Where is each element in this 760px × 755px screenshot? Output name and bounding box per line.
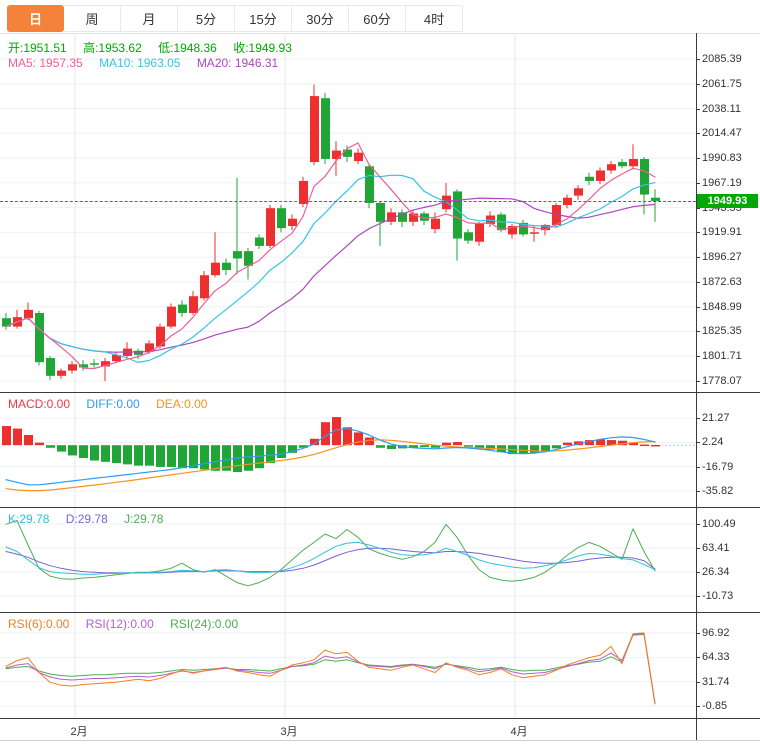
y-axis-tick [696, 356, 700, 358]
diff-value: DIFF:0.00 [86, 397, 140, 411]
y-axis-tick [696, 257, 700, 259]
y-axis-label: 1825.35 [702, 325, 742, 338]
y-axis-tick [696, 596, 700, 597]
y-axis-label: 96.92 [702, 627, 730, 639]
rsi12-value: RSI(12):0.00 [85, 617, 154, 631]
y-axis-label: 1848.99 [702, 300, 742, 313]
y-axis-label: -10.73 [702, 590, 734, 602]
close-value: 收:1949.93 [233, 41, 292, 55]
y-axis-label: -35.82 [702, 485, 734, 497]
y-axis-label: 1801.71 [702, 350, 742, 363]
macd-legend: MACD:0.00 DIFF:0.00 DEA:0.00 [8, 397, 220, 411]
y-axis-tick [696, 633, 700, 634]
y-axis-tick [696, 418, 700, 419]
x-axis-month-label: 4月 [510, 726, 528, 738]
y-axis-label: 1896.27 [702, 251, 742, 264]
tab-timeframe-7[interactable]: 4时 [406, 5, 463, 32]
y-axis-tick [696, 281, 700, 283]
ma10-value: MA10: 1963.05 [99, 56, 181, 70]
y-axis-label: 2.24 [702, 436, 724, 449]
y-axis-tick [696, 381, 700, 382]
y-axis-tick [696, 108, 700, 110]
y-axis-tick [696, 657, 700, 659]
ma-legend: MA5: 1957.35 MA10: 1963.05 MA20: 1946.31 [8, 56, 291, 70]
tab-timeframe-1[interactable]: 周 [64, 5, 121, 32]
y-axis-label: 2014.47 [702, 127, 742, 140]
trading-chart-app: 日周月 5分 15分 30分 60分 4时 开:1951.51 高:1953.62 低:1… [0, 0, 760, 755]
x-axis-month-label: 3月 [280, 726, 298, 738]
price-pane-chart[interactable] [0, 33, 696, 392]
tab-timeframe-3[interactable]: 5分 [178, 5, 235, 32]
low-value: 低:1948.36 [158, 41, 217, 55]
tab-timeframe-2[interactable]: 月 [121, 5, 178, 32]
y-axis-tick [696, 306, 700, 308]
y-axis-label: 2085.39 [702, 53, 742, 65]
y-axis-label: 64.33 [702, 651, 730, 664]
pane-separator [0, 612, 760, 613]
y-axis-label: -0.85 [702, 700, 728, 712]
current-price-line [0, 200, 696, 202]
y-axis-label: 1919.91 [702, 226, 742, 239]
ohlc-legend: 开:1951.51 高:1953.62 低:1948.36 收:1949.93 [8, 39, 305, 56]
y-axis-tick [696, 442, 700, 444]
dea-value: DEA:0.00 [156, 397, 208, 411]
open-value: 开:1951.51 [8, 41, 67, 55]
y-axis-label: -16.79 [702, 460, 734, 473]
y-axis-label: 2038.11 [702, 102, 741, 115]
rsi6-value: RSI(6):0.00 [8, 617, 70, 631]
tab-timeframe-0[interactable]: 日 [7, 5, 64, 32]
x-axis-bottom-border [0, 740, 760, 741]
y-axis-tick [696, 158, 700, 160]
high-value: 高:1953.62 [83, 41, 142, 55]
y-axis-tick [696, 706, 700, 707]
y-axis-tick [696, 681, 700, 683]
macd-value: MACD:0.00 [8, 397, 71, 411]
y-axis-tick [696, 59, 700, 60]
y-axis-label: 1990.83 [702, 152, 742, 165]
kdj-legend: K:29.78 D:29.78 J:29.78 [8, 512, 176, 526]
y-axis-tick [696, 548, 700, 549]
y-axis-label: 100.49 [702, 518, 736, 530]
y-axis-label: 1778.07 [702, 375, 742, 387]
y-axis-label: 63.41 [702, 542, 730, 554]
y-axis-tick [696, 572, 700, 573]
current-price-tag: 1949.93 [697, 193, 758, 208]
timeframe-tabbar: 日周月 5分 15分 30分 60分 4时 [7, 5, 463, 32]
y-axis-tick [696, 466, 700, 468]
j-value: J:29.78 [124, 512, 164, 526]
x-axis-month-label: 2月 [70, 726, 88, 738]
rsi24-value: RSI(24):0.00 [170, 617, 239, 631]
y-axis-label: 1967.19 [702, 176, 742, 189]
y-axis-tick [696, 491, 700, 492]
tab-timeframe-5[interactable]: 30分 [292, 5, 349, 32]
tab-timeframe-6[interactable]: 60分 [349, 5, 406, 32]
y-axis-tick [696, 83, 700, 85]
pane-separator [0, 392, 760, 393]
k-value: K:29.78 [8, 512, 50, 526]
ma5-value: MA5: 1957.35 [8, 56, 83, 70]
y-axis-tick [696, 524, 700, 525]
y-axis-label: 21.27 [702, 412, 730, 424]
y-axis-label: 2061.75 [702, 77, 742, 90]
d-value: D:29.78 [65, 512, 108, 526]
y-axis-tick [696, 331, 700, 333]
pane-separator [0, 718, 760, 719]
y-axis-label: 26.34 [702, 566, 730, 578]
tab-timeframe-4[interactable]: 15分 [235, 5, 292, 32]
ma20-value: MA20: 1946.31 [196, 56, 279, 70]
y-axis-label: 1872.63 [702, 275, 742, 288]
rsi-legend: RSI(6):0.00 RSI(12):0.00 RSI(24):0.00 [8, 617, 251, 631]
y-axis-tick [696, 182, 700, 184]
y-axis-tick [696, 232, 700, 234]
pane-separator [0, 507, 760, 508]
y-axis-tick [696, 133, 700, 135]
y-axis-label: 31.74 [702, 675, 730, 688]
